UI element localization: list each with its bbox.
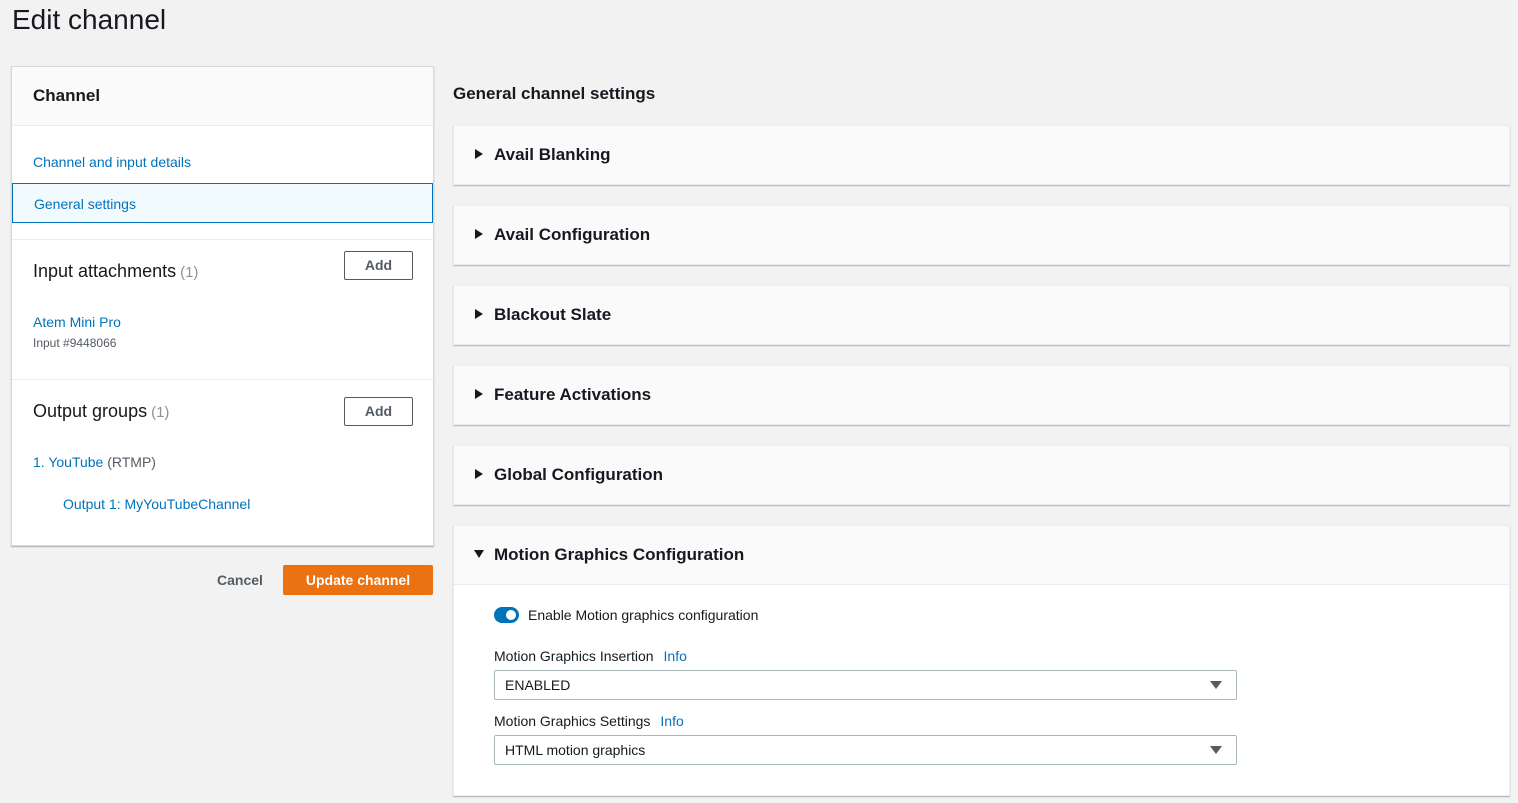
output-group-item[interactable]: 1. YouTube (RTMP) [33,454,156,470]
caret-down-icon [474,550,484,558]
cancel-button[interactable]: Cancel [210,566,270,594]
output-groups-label: Output groups [33,401,148,421]
general-settings-title: General channel settings [453,84,656,103]
input-attachments-label: Input attachments [33,261,177,281]
input-attachment-id: Input #9448066 [33,336,117,350]
add-input-attachment-button[interactable]: Add [344,251,413,280]
section-avail-configuration[interactable]: Avail Configuration [453,205,1510,265]
output-group-name[interactable]: 1. YouTube [33,454,103,470]
caret-right-icon [475,309,483,319]
section-label: Avail Configuration [494,225,651,244]
caret-right-icon [475,469,483,479]
divider [12,239,433,240]
dropdown-arrow-icon [1210,681,1222,689]
section-avail-blanking[interactable]: Avail Blanking [453,125,1510,185]
output-link[interactable]: Output 1: MyYouTubeChannel [63,496,250,512]
section-label: Motion Graphics Configuration [494,545,745,564]
divider [12,379,433,380]
output-groups-title: Output groups (1) [33,401,169,422]
section-label: Blackout Slate [494,305,612,324]
channel-nav-header: Channel [12,67,433,126]
nav-general-settings[interactable]: General settings [12,183,433,223]
caret-right-icon [475,229,483,239]
select-value: HTML motion graphics [505,742,646,758]
motion-graphics-header[interactable]: Motion Graphics Configuration [454,526,1509,585]
motion-graphics-insertion-label: Motion Graphics Insertion Info [494,648,687,664]
add-output-group-button[interactable]: Add [344,397,413,426]
caret-right-icon [475,389,483,399]
enable-motion-graphics-label: Enable Motion graphics configuration [528,607,759,623]
section-feature-activations[interactable]: Feature Activations [453,365,1510,425]
update-channel-button[interactable]: Update channel [283,565,433,595]
select-value: ENABLED [505,677,571,693]
motion-graphics-settings-label: Motion Graphics Settings Info [494,713,684,729]
motion-graphics-settings-select[interactable]: HTML motion graphics [494,735,1237,765]
section-motion-graphics-configuration: Motion Graphics Configuration Enable Mot… [453,525,1510,796]
input-attachment-link[interactable]: Atem Mini Pro [33,314,121,330]
settings-info-link[interactable]: Info [660,713,683,729]
output-group-protocol: (RTMP) [107,454,156,470]
field-label-text: Motion Graphics Settings [494,713,651,729]
motion-graphics-insertion-select[interactable]: ENABLED [494,670,1237,700]
output-groups-count: (1) [151,404,170,421]
enable-motion-graphics-toggle[interactable] [494,607,519,623]
section-label: Feature Activations [494,385,652,404]
section-label: Global Configuration [494,465,664,484]
field-label-text: Motion Graphics Insertion [494,648,654,664]
section-blackout-slate[interactable]: Blackout Slate [453,285,1510,345]
nav-channel-and-input-details[interactable]: Channel and input details [12,142,433,182]
caret-right-icon [475,149,483,159]
toggle-knob [506,610,516,620]
input-attachments-title: Input attachments (1) [33,261,198,282]
channel-nav-panel: Channel Channel and input details Genera… [11,66,434,546]
insertion-info-link[interactable]: Info [664,648,687,664]
section-global-configuration[interactable]: Global Configuration [453,445,1510,505]
page-title: Edit channel [12,4,167,35]
input-attachments-count: (1) [180,264,199,281]
dropdown-arrow-icon [1210,746,1222,754]
section-label: Avail Blanking [494,145,611,164]
